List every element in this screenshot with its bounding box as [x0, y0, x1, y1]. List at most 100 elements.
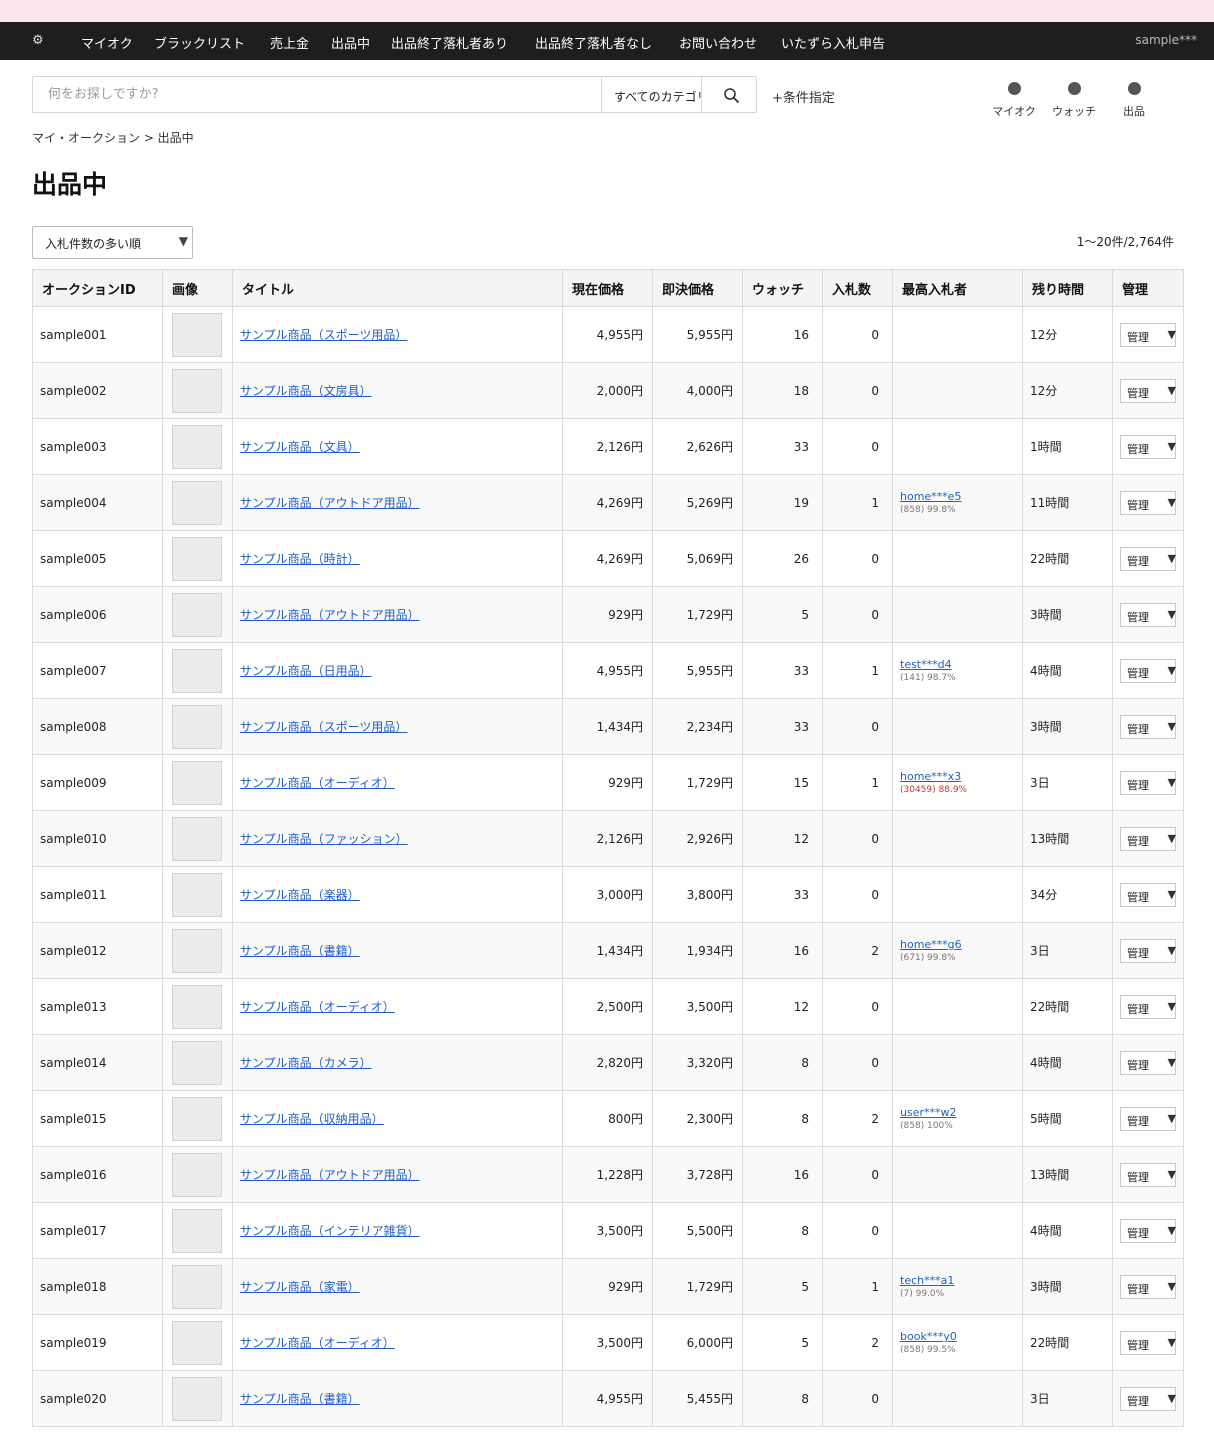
- item-title-link[interactable]: サンプル商品（楽器）: [240, 888, 360, 902]
- item-thumbnail[interactable]: [172, 536, 222, 581]
- gear-icon[interactable]: ⚙: [32, 33, 44, 48]
- manage-select[interactable]: 管理 ▼: [1120, 434, 1176, 459]
- bid-count[interactable]: 1: [822, 642, 893, 699]
- top-bidder-link[interactable]: test***d4: [900, 658, 1022, 671]
- search-button[interactable]: [701, 77, 757, 112]
- manage-select[interactable]: 管理 ▼: [1120, 322, 1176, 347]
- item-thumbnail[interactable]: [172, 1208, 222, 1253]
- item-thumbnail[interactable]: [172, 1096, 222, 1141]
- manage-select[interactable]: 管理 ▼: [1120, 490, 1176, 515]
- item-thumbnail[interactable]: [172, 1320, 222, 1365]
- top-bidder-link[interactable]: tech***a1: [900, 1274, 1022, 1287]
- item-thumbnail[interactable]: [172, 1152, 222, 1197]
- item-thumbnail[interactable]: [172, 704, 222, 749]
- manage-select[interactable]: 管理 ▼: [1120, 1330, 1176, 1355]
- item-title-link[interactable]: サンプル商品（カメラ）: [240, 1056, 372, 1070]
- item-title-link[interactable]: サンプル商品（アウトドア用品）: [240, 496, 420, 510]
- item-thumbnail[interactable]: [172, 1376, 222, 1421]
- top-bidder-link[interactable]: book***y0: [900, 1330, 1022, 1343]
- item-title-link[interactable]: サンプル商品（文具）: [240, 440, 360, 454]
- manage-select[interactable]: 管理 ▼: [1120, 1274, 1176, 1299]
- item-title-link[interactable]: サンプル商品（アウトドア用品）: [240, 1168, 420, 1182]
- breadcrumb[interactable]: マイ・オークション > 出品中: [32, 129, 194, 146]
- top-bidder-link[interactable]: home***x3: [900, 770, 1022, 783]
- item-thumbnail[interactable]: [172, 984, 222, 1029]
- item-title-link[interactable]: サンプル商品（ファッション）: [240, 832, 408, 846]
- item-thumbnail[interactable]: [172, 760, 222, 805]
- manage-select[interactable]: 管理 ▼: [1120, 882, 1176, 907]
- quick-link-myauction[interactable]: マイオク: [984, 80, 1044, 119]
- manage-select[interactable]: 管理 ▼: [1120, 826, 1176, 851]
- bid-count[interactable]: 1: [822, 1258, 893, 1315]
- quick-link-sell[interactable]: 出品: [1104, 80, 1164, 119]
- manage-select[interactable]: 管理 ▼: [1120, 714, 1176, 739]
- item-thumbnail[interactable]: [172, 312, 222, 357]
- bidder-rating: (858) 99.8%: [900, 505, 956, 515]
- item-thumbnail[interactable]: [172, 816, 222, 861]
- item-title-link[interactable]: サンプル商品（スポーツ用品）: [240, 328, 407, 342]
- top-bidder-link[interactable]: home***e5: [900, 490, 1022, 503]
- top-bidder-link[interactable]: user***w2: [900, 1106, 1022, 1119]
- item-thumbnail[interactable]: [172, 424, 222, 469]
- item-title-link[interactable]: サンプル商品（オーディオ）: [240, 1336, 395, 1350]
- bid-count[interactable]: 2: [822, 922, 893, 979]
- item-title-link[interactable]: サンプル商品（文房具）: [240, 384, 372, 398]
- manage-select[interactable]: 管理 ▼: [1120, 602, 1176, 627]
- quick-link-watch[interactable]: ウォッチ: [1044, 80, 1104, 119]
- category-select[interactable]: すべてのカテゴリ: [601, 77, 701, 112]
- item-thumbnail[interactable]: [172, 648, 222, 693]
- nav-item-listing[interactable]: 出品中: [331, 33, 370, 52]
- item-title-link[interactable]: サンプル商品（家電）: [240, 1280, 360, 1294]
- item-thumbnail[interactable]: [172, 592, 222, 637]
- item-thumbnail[interactable]: [172, 928, 222, 973]
- manage-select[interactable]: 管理 ▼: [1120, 1218, 1176, 1243]
- item-thumbnail[interactable]: [172, 872, 222, 917]
- item-title-link[interactable]: サンプル商品（時計）: [240, 552, 360, 566]
- manage-select-value: 管理: [1127, 386, 1149, 400]
- item-image-cell: [162, 1034, 233, 1091]
- bid-count[interactable]: 1: [822, 754, 893, 811]
- item-thumbnail[interactable]: [172, 1264, 222, 1309]
- manage-select[interactable]: 管理 ▼: [1120, 1106, 1176, 1131]
- item-image-cell: [162, 1090, 233, 1147]
- item-title-link[interactable]: サンプル商品（日用品）: [240, 664, 372, 678]
- manage-cell: 管理 ▼: [1112, 1314, 1184, 1371]
- user-name[interactable]: sample***: [1135, 33, 1197, 47]
- item-title-link[interactable]: サンプル商品（インテリア雑貨）: [240, 1224, 420, 1238]
- nav-item-ended-no-winner[interactable]: 出品終了落札者なし: [535, 33, 652, 52]
- item-title-link[interactable]: サンプル商品（アウトドア用品）: [240, 608, 420, 622]
- item-thumbnail[interactable]: [172, 1040, 222, 1085]
- top-bidder-cell: [892, 418, 1023, 475]
- manage-select[interactable]: 管理 ▼: [1120, 994, 1176, 1019]
- item-thumbnail[interactable]: [172, 480, 222, 525]
- item-title-link[interactable]: サンプル商品（オーディオ）: [240, 1000, 395, 1014]
- nav-item-prank-bid-report[interactable]: いたずら入札申告: [781, 33, 885, 52]
- nav-item-ended-with-winner[interactable]: 出品終了落札者あり: [391, 33, 508, 52]
- item-thumbnail[interactable]: [172, 368, 222, 413]
- nav-item-blacklist[interactable]: ブラックリスト: [154, 33, 245, 52]
- item-title-link[interactable]: サンプル商品（書籍）: [240, 944, 360, 958]
- manage-select[interactable]: 管理 ▼: [1120, 1050, 1176, 1075]
- table-row: sample012 サンプル商品（書籍） 1,434円 1,934円 16 2 home**…: [32, 922, 1184, 979]
- manage-select[interactable]: 管理 ▼: [1120, 938, 1176, 963]
- item-title-link[interactable]: サンプル商品（オーディオ）: [240, 776, 395, 790]
- advanced-search-link[interactable]: +条件指定: [772, 87, 835, 106]
- item-title-link[interactable]: サンプル商品（書籍）: [240, 1392, 360, 1406]
- manage-select[interactable]: 管理 ▼: [1120, 1386, 1176, 1411]
- bid-count[interactable]: 2: [822, 1314, 893, 1371]
- bid-count[interactable]: 1: [822, 474, 893, 531]
- nav-item-myauction[interactable]: マイオク: [81, 33, 133, 52]
- nav-item-sales[interactable]: 売上金: [270, 33, 309, 52]
- bid-count[interactable]: 2: [822, 1090, 893, 1147]
- item-title-link[interactable]: サンプル商品（スポーツ用品）: [240, 720, 407, 734]
- item-title-link[interactable]: サンプル商品（収納用品）: [240, 1112, 384, 1126]
- top-bidder-link[interactable]: home***g6: [900, 938, 1022, 951]
- manage-select[interactable]: 管理 ▼: [1120, 658, 1176, 683]
- manage-select[interactable]: 管理 ▼: [1120, 1162, 1176, 1187]
- search-input[interactable]: [33, 77, 601, 112]
- manage-select[interactable]: 管理 ▼: [1120, 770, 1176, 795]
- sort-select[interactable]: 入札件数の多い順 ▼: [32, 226, 193, 259]
- manage-select[interactable]: 管理 ▼: [1120, 378, 1176, 403]
- nav-item-contact[interactable]: お問い合わせ: [679, 33, 757, 52]
- manage-select[interactable]: 管理 ▼: [1120, 546, 1176, 571]
